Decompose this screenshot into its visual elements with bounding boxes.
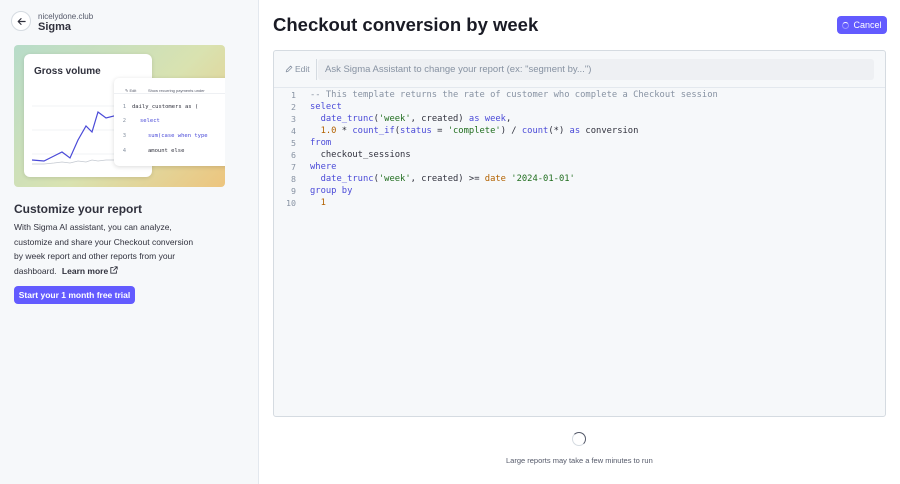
line-number: 7 bbox=[291, 162, 296, 172]
line-number: 9 bbox=[291, 186, 296, 196]
line-number: 10 bbox=[286, 198, 296, 208]
code-text: date_trunc('week', created) >= date '202… bbox=[320, 174, 575, 184]
code-line: 9 group by bbox=[274, 185, 885, 197]
code-line: 7 where bbox=[274, 161, 885, 173]
mini-code-line: 2 select bbox=[122, 118, 160, 124]
code-text: checkout_sessions bbox=[310, 150, 411, 160]
left-panel: nicelydone.club Sigma Gross volume ✎ Edi… bbox=[0, 0, 259, 484]
free-trial-button[interactable]: Start your 1 month free trial bbox=[14, 286, 135, 304]
code-text: 1.0 * count_if(status = 'complete') / co… bbox=[320, 126, 639, 136]
line-number: 1 bbox=[291, 90, 296, 100]
line-number: 4 bbox=[291, 126, 296, 136]
back-button[interactable] bbox=[11, 11, 31, 31]
mini-code-line: 4 amount else bbox=[122, 148, 185, 154]
code-text: 1 bbox=[320, 198, 326, 208]
sql-editor: Edit 1 -- This template returns the rate … bbox=[273, 50, 886, 417]
mini-editor-card: ✎ Edit Show recurring payments under 1 da… bbox=[114, 78, 225, 166]
gross-volume-title: Gross volume bbox=[34, 66, 101, 77]
code-line: 8 date_trunc('week', created) >= date '2… bbox=[274, 173, 885, 185]
cancel-button[interactable]: Cancel bbox=[837, 16, 887, 34]
arrow-left-icon bbox=[17, 17, 26, 25]
promo-illustration: Gross volume ✎ Edit Show recurring payme… bbox=[14, 45, 225, 187]
edit-label: Edit bbox=[295, 64, 310, 74]
mini-edit-label: ✎ Edit bbox=[125, 88, 137, 93]
code-line: 2 select bbox=[274, 101, 885, 113]
code-line: 3 date_trunc('week', created) as week, bbox=[274, 113, 885, 125]
learn-more-link[interactable]: Learn more bbox=[62, 266, 118, 276]
line-number: 5 bbox=[291, 138, 296, 148]
loading-spinner-icon bbox=[842, 21, 850, 29]
ask-assistant-input[interactable] bbox=[318, 59, 874, 80]
code-text: -- This template returns the rate of cus… bbox=[310, 90, 718, 100]
external-link-icon bbox=[110, 266, 118, 274]
code-line: 6 checkout_sessions bbox=[274, 149, 885, 161]
promo-title: Customize your report bbox=[14, 202, 143, 216]
code-text: date_trunc('week', created) as week, bbox=[320, 114, 512, 124]
editor-toolbar: Edit bbox=[274, 51, 885, 88]
code-text: select bbox=[310, 102, 342, 112]
line-number: 6 bbox=[291, 150, 296, 160]
account-domain: nicelydone.club bbox=[38, 12, 94, 21]
code-area[interactable]: 1 -- This template returns the rate of cu… bbox=[274, 89, 885, 209]
mini-code-line: 1 daily_customers as ( bbox=[122, 104, 199, 110]
cancel-label: Cancel bbox=[853, 20, 882, 30]
pencil-icon bbox=[285, 65, 293, 73]
mini-ask-text: Show recurring payments under bbox=[148, 88, 205, 93]
toolbar-divider bbox=[316, 59, 317, 80]
code-text: where bbox=[310, 162, 337, 172]
code-line: 5 from bbox=[274, 137, 885, 149]
line-number: 2 bbox=[291, 102, 296, 112]
mini-code-line: 3 sum(case when type bbox=[122, 133, 208, 139]
page-title: Checkout conversion by week bbox=[273, 14, 539, 35]
code-line: 10 1 bbox=[274, 197, 885, 209]
promo-description: With Sigma AI assistant, you can analyze… bbox=[14, 220, 194, 278]
code-text: group by bbox=[310, 186, 353, 196]
edit-button[interactable]: Edit bbox=[285, 64, 310, 74]
code-line: 1 -- This template returns the rate of cu… bbox=[274, 89, 885, 101]
code-line: 4 1.0 * count_if(status = 'complete') / … bbox=[274, 125, 885, 137]
gross-volume-chart bbox=[32, 105, 122, 165]
account-name: Sigma bbox=[38, 21, 72, 33]
line-number: 3 bbox=[291, 114, 296, 124]
loading-spinner-icon bbox=[572, 432, 586, 446]
loading-note: Large reports may take a few minutes to … bbox=[506, 456, 653, 465]
code-text: from bbox=[310, 138, 332, 148]
line-number: 8 bbox=[291, 174, 296, 184]
